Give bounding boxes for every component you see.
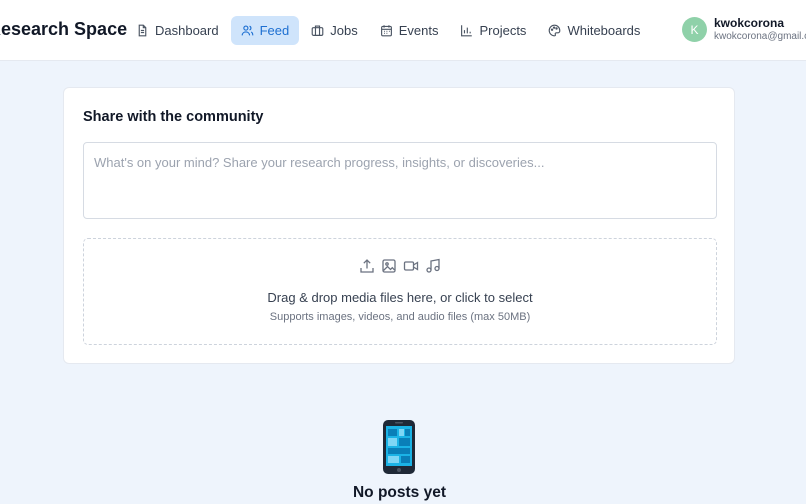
top-navigation-bar: Research Space Dashboard Feed Jobs Event… [0, 0, 806, 61]
user-name: kwokcorona [714, 16, 785, 30]
nav-feed-label: Feed [259, 23, 290, 38]
bar-chart-icon [461, 25, 473, 37]
media-dropzone[interactable]: Drag & drop media files here, or click t… [83, 238, 717, 345]
post-text-input[interactable] [83, 142, 717, 219]
nav-dashboard-label: Dashboard [155, 23, 219, 38]
document-icon [138, 24, 147, 37]
calendar-icon [380, 25, 392, 37]
nav-dashboard[interactable]: Dashboard [126, 16, 229, 45]
nav-events[interactable]: Events [370, 16, 449, 45]
music-icon [426, 258, 440, 273]
nav-whiteboards-label: Whiteboards [567, 23, 641, 38]
user-email: kwokcorona@gmail.com [714, 31, 806, 42]
avatar: K [682, 17, 707, 42]
media-type-icons [84, 258, 716, 274]
image-icon [382, 259, 396, 273]
dropzone-subtitle: Supports images, videos, and audio files… [269, 311, 531, 323]
app-brand[interactable]: Research Space [0, 19, 127, 40]
palette-icon [549, 24, 561, 37]
video-icon [403, 261, 419, 271]
users-icon [241, 25, 253, 36]
briefcase-icon [311, 25, 324, 36]
nav-projects-label: Projects [479, 23, 527, 38]
user-menu[interactable]: K kwokcorona kwokcorona@gmail.com [682, 16, 806, 43]
user-info: kwokcorona kwokcorona@gmail.com [714, 16, 806, 43]
share-post-card: Share with the community Drag & drop med… [63, 87, 735, 364]
upload-icon [360, 259, 374, 273]
nav-feed[interactable]: Feed [230, 16, 300, 45]
card-title: Share with the community [83, 109, 264, 125]
nav-jobs-label: Jobs [330, 23, 358, 38]
empty-state-title: No posts yet [352, 484, 446, 501]
dropzone-title: Drag & drop media files here, or click t… [267, 290, 533, 305]
nav-jobs[interactable]: Jobs [301, 16, 367, 45]
nav-projects[interactable]: Projects [450, 16, 536, 45]
nav-events-label: Events [398, 23, 439, 38]
mobile-phone-icon [383, 420, 415, 474]
main-nav: Dashboard Feed Jobs Events Projects Whit… [126, 16, 650, 45]
nav-whiteboards[interactable]: Whiteboards [538, 16, 650, 45]
